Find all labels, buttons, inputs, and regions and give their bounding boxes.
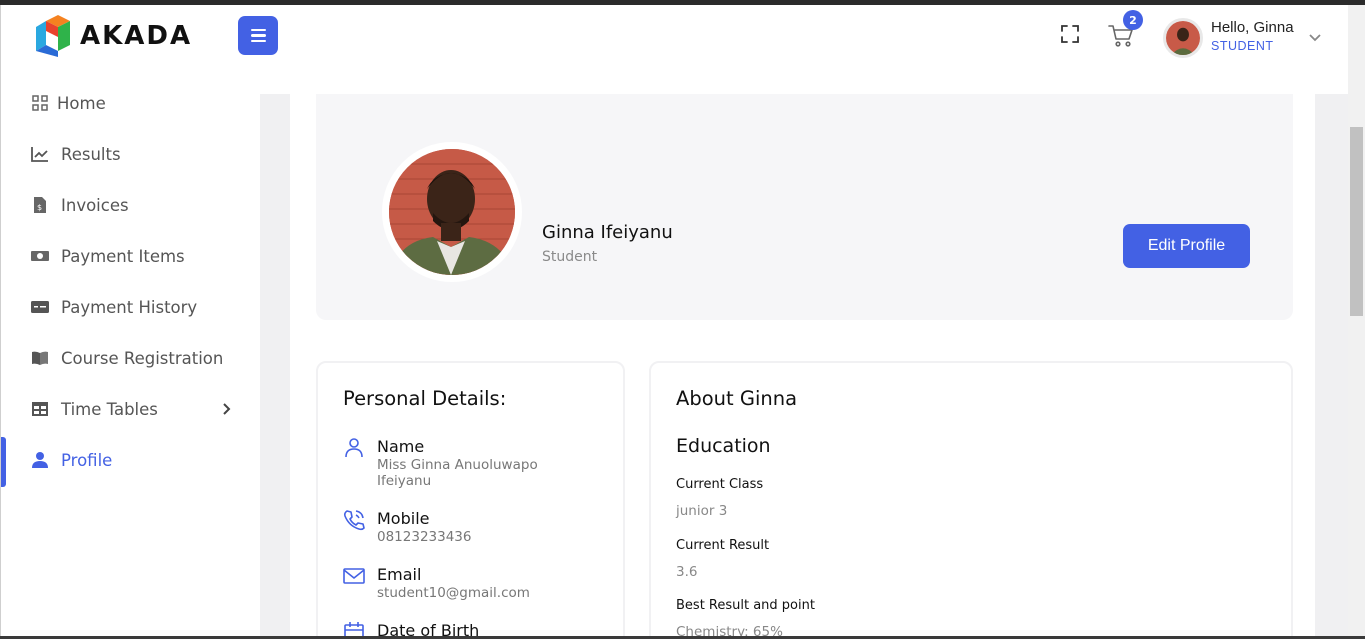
mail-icon [343, 568, 365, 584]
user-role: STUDENT [1211, 39, 1274, 53]
sidebar-item-payment-history[interactable]: Payment History [1, 287, 260, 327]
current-result-value: 3.6 [676, 564, 698, 580]
profile-role: Student [542, 249, 598, 265]
mobile-value: 08123233436 [377, 529, 472, 545]
calendar-icon [344, 622, 364, 636]
sidebar-item-label: Payment Items [61, 246, 185, 266]
about-card: About Ginna Education Current Class juni… [649, 361, 1293, 636]
active-indicator [1, 437, 6, 487]
sidebar-item-label: Profile [61, 450, 113, 470]
best-result-label: Best Result and point [676, 598, 815, 613]
user-icon [32, 452, 48, 468]
profile-photo-image [389, 149, 515, 275]
personal-details-title: Personal Details: [343, 387, 507, 410]
sidebar-item-invoices[interactable]: $ Invoices [1, 185, 260, 225]
scrollbar-track[interactable] [1348, 5, 1365, 636]
sidebar-item-label: Home [57, 93, 106, 113]
about-title: About Ginna [676, 387, 798, 410]
logo-text[interactable]: AKADA [80, 21, 192, 51]
sidebar-item-label: Invoices [61, 195, 129, 215]
sidebar-item-label: Time Tables [61, 399, 158, 419]
sidebar-item-label: Payment History [61, 297, 198, 317]
sidebar-item-time-tables[interactable]: Time Tables [1, 389, 260, 429]
email-value: student10@gmail.com [377, 585, 530, 601]
mobile-label: Mobile [377, 509, 430, 528]
chevron-down-icon[interactable] [1308, 33, 1322, 43]
best-result-value: Chemistry: 65% [676, 624, 783, 636]
edit-profile-button[interactable]: Edit Profile [1123, 224, 1250, 268]
dob-label: Date of Birth [377, 621, 480, 636]
sidebar-item-label: Course Registration [61, 348, 224, 368]
avatar-image [1166, 21, 1200, 55]
education-title: Education [676, 435, 771, 457]
scrollbar-thumb[interactable] [1350, 127, 1363, 316]
book-icon [32, 351, 48, 365]
menu-toggle-button[interactable] [238, 16, 278, 55]
main-content: Ginna Ifeiyanu Student Edit Profile Pers… [260, 94, 1348, 636]
chevron-right-icon [223, 403, 231, 415]
profile-name: Ginna Ifeiyanu [542, 222, 673, 243]
top-header: AKADA 2 Hello, Ginna STUDENT [0, 5, 1348, 94]
svg-text:$: $ [37, 203, 42, 212]
card-icon [31, 301, 49, 313]
fullscreen-icon[interactable] [1060, 24, 1080, 44]
email-label: Email [377, 565, 422, 584]
current-result-label: Current Result [676, 538, 770, 553]
personal-details-card: Personal Details: Name Miss Ginna Anuolu… [316, 361, 625, 636]
menu-icon [250, 28, 266, 32]
name-label: Name [377, 437, 425, 456]
sidebar-item-payment-items[interactable]: Payment Items [1, 236, 260, 276]
name-value: Miss Ginna Anuoluwapo Ifeiyanu [377, 457, 538, 489]
phone-icon [343, 510, 365, 531]
sidebar-item-label: Results [61, 144, 121, 164]
window-left-edge [0, 5, 1, 639]
chart-icon [31, 147, 48, 162]
cart-count-badge: 2 [1123, 10, 1143, 30]
current-class-value: junior 3 [676, 503, 728, 519]
user-avatar[interactable] [1163, 18, 1203, 58]
profile-cover: Ginna Ifeiyanu Student Edit Profile [316, 94, 1293, 320]
money-icon [31, 251, 49, 261]
current-class-label: Current Class [676, 477, 764, 492]
grid-icon [32, 95, 48, 111]
sidebar-item-home[interactable]: Home [1, 83, 260, 123]
sidebar-item-course-registration[interactable]: Course Registration [1, 338, 260, 378]
user-greeting[interactable]: Hello, Ginna [1211, 19, 1294, 36]
invoice-icon: $ [34, 197, 46, 213]
sidebar: Home Results $ Invoices Payment Items Pa… [1, 94, 260, 636]
person-icon [345, 438, 363, 458]
sidebar-item-results[interactable]: Results [1, 134, 260, 174]
sidebar-item-profile[interactable]: Profile [1, 437, 260, 487]
table-icon [32, 402, 48, 416]
profile-photo [382, 142, 522, 282]
